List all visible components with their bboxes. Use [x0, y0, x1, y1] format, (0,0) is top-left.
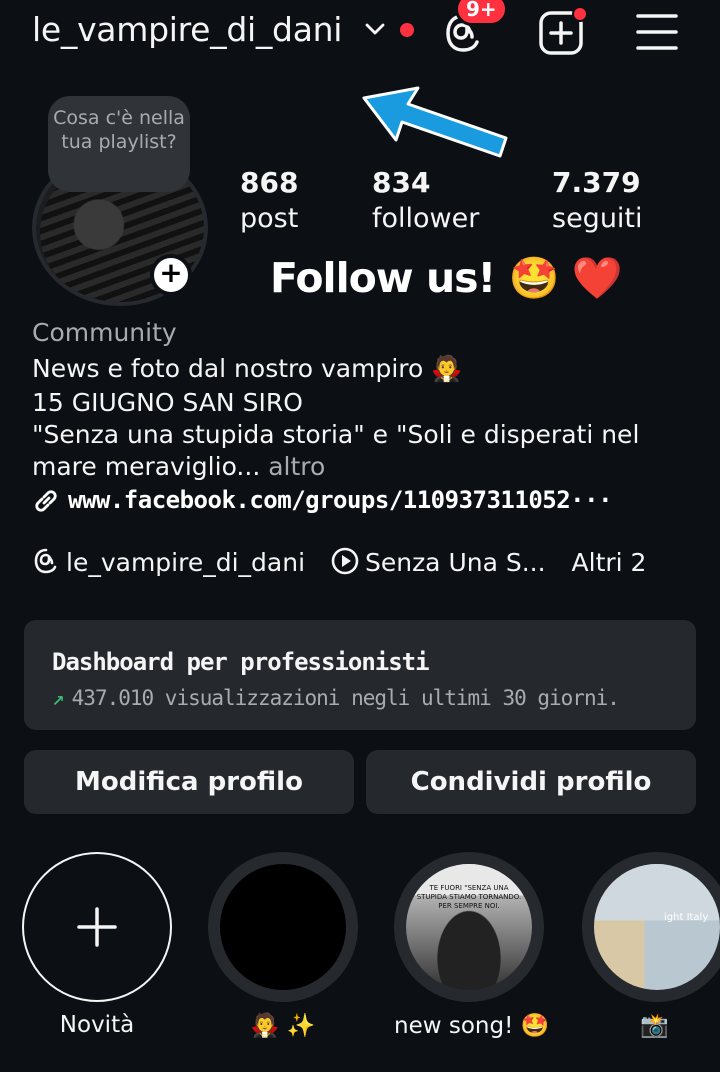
note-bubble[interactable]: Cosa c'è nella tua playlist?: [48, 96, 190, 192]
account-switcher[interactable]: le_vampire_di_dani: [32, 10, 342, 49]
highlight-new[interactable]: Novità: [22, 852, 172, 1038]
stat-followers-label: follower: [372, 203, 480, 234]
profile-chips: le_vampire_di_dani Senza Una S... Altri …: [32, 546, 664, 577]
bio-line: News e foto dal nostro vampiro 🧛: [32, 354, 463, 383]
stat-following[interactable]: 7.379 seguiti: [552, 166, 643, 234]
chevron-down-icon[interactable]: [364, 18, 386, 40]
threads-chip-label: le_vampire_di_dani: [66, 548, 306, 577]
add-story-plus-icon[interactable]: +: [150, 254, 192, 296]
create-notification-dot: [572, 6, 588, 22]
notification-badge: 9+: [455, 0, 508, 26]
stat-following-value: 7.379: [552, 166, 641, 199]
highlight-cover-image: [406, 864, 532, 990]
highlight-cover-text: TE FUORI "SENZA UNA STUPIDA STIAMO TORNA…: [416, 884, 522, 910]
music-chip-label: Senza Una S...: [364, 548, 546, 577]
bio-more-link[interactable]: altro: [268, 452, 325, 481]
highlight-label: 📸: [640, 1013, 669, 1039]
stat-posts-label: post: [240, 203, 299, 234]
highlight-item[interactable]: ight Italy 📸: [582, 852, 720, 1039]
stat-following-label: seguiti: [552, 203, 643, 234]
stat-posts[interactable]: 868 post: [240, 166, 298, 234]
plus-icon: [77, 907, 117, 947]
stat-followers-value: 834: [372, 166, 431, 199]
bio-last-line: mare meraviglio... altro: [32, 452, 692, 481]
profile-link-text: www.facebook.com/groups/110937311052···: [68, 486, 613, 514]
professional-dashboard[interactable]: Dashboard per professionisti ↗ 437.010 vi…: [24, 620, 696, 730]
highlight-cover: [208, 852, 358, 1002]
highlight-cover: TE FUORI "SENZA UNA STUPIDA STIAMO TORNA…: [394, 852, 544, 1002]
top-bar: le_vampire_di_dani 9+: [0, 0, 720, 64]
bio-line: 15 GIUGNO SAN SIRO: [32, 388, 303, 417]
profile-category: Community: [32, 318, 177, 347]
unread-dot: [400, 23, 414, 37]
menu-icon[interactable]: [636, 12, 678, 52]
dashboard-views: 437.010 visualizzazioni negli ultimi 30 …: [71, 686, 620, 710]
bio-line: "Senza una stupida storia" e "Soli e dis…: [32, 420, 640, 449]
highlight-cover-image: [594, 864, 720, 990]
threads-icon: [34, 548, 57, 574]
highlight-cover-text: ight Italy: [664, 912, 709, 923]
highlight-cover: ight Italy: [582, 852, 720, 1002]
highlight-label: Novità: [59, 1012, 135, 1038]
highlight-new-circle: [22, 852, 172, 1002]
play-icon: [331, 547, 359, 575]
highlight-item[interactable]: 🧛 ✨: [208, 852, 358, 1039]
more-chips[interactable]: Altri 2: [572, 548, 647, 577]
highlight-item[interactable]: TE FUORI "SENZA UNA STUPIDA STIAMO TORNA…: [394, 852, 550, 1039]
follow-us-overlay: Follow us! 🤩 ❤️: [270, 254, 623, 302]
arrow-annotation-icon: [362, 86, 508, 158]
music-chip[interactable]: Senza Una S...: [331, 547, 546, 577]
trend-up-icon: ↗: [52, 686, 65, 710]
edit-profile-button[interactable]: Modifica profilo: [24, 750, 354, 814]
profile-link[interactable]: www.facebook.com/groups/110937311052···: [32, 486, 613, 515]
dashboard-subtitle: ↗ 437.010 visualizzazioni negli ultimi 30…: [52, 686, 696, 710]
stat-followers[interactable]: 834 follower: [372, 166, 479, 234]
share-profile-button[interactable]: Condividi profilo: [366, 750, 696, 814]
highlight-label: 🧛 ✨: [250, 1013, 316, 1039]
link-icon: [35, 490, 57, 512]
dashboard-title: Dashboard per professionisti: [52, 648, 430, 676]
bio-line: mare meraviglio...: [32, 452, 261, 481]
stat-posts-value: 868: [240, 166, 299, 199]
highlight-label: new song! 🤩: [394, 1013, 550, 1039]
threads-chip[interactable]: le_vampire_di_dani: [32, 547, 305, 577]
